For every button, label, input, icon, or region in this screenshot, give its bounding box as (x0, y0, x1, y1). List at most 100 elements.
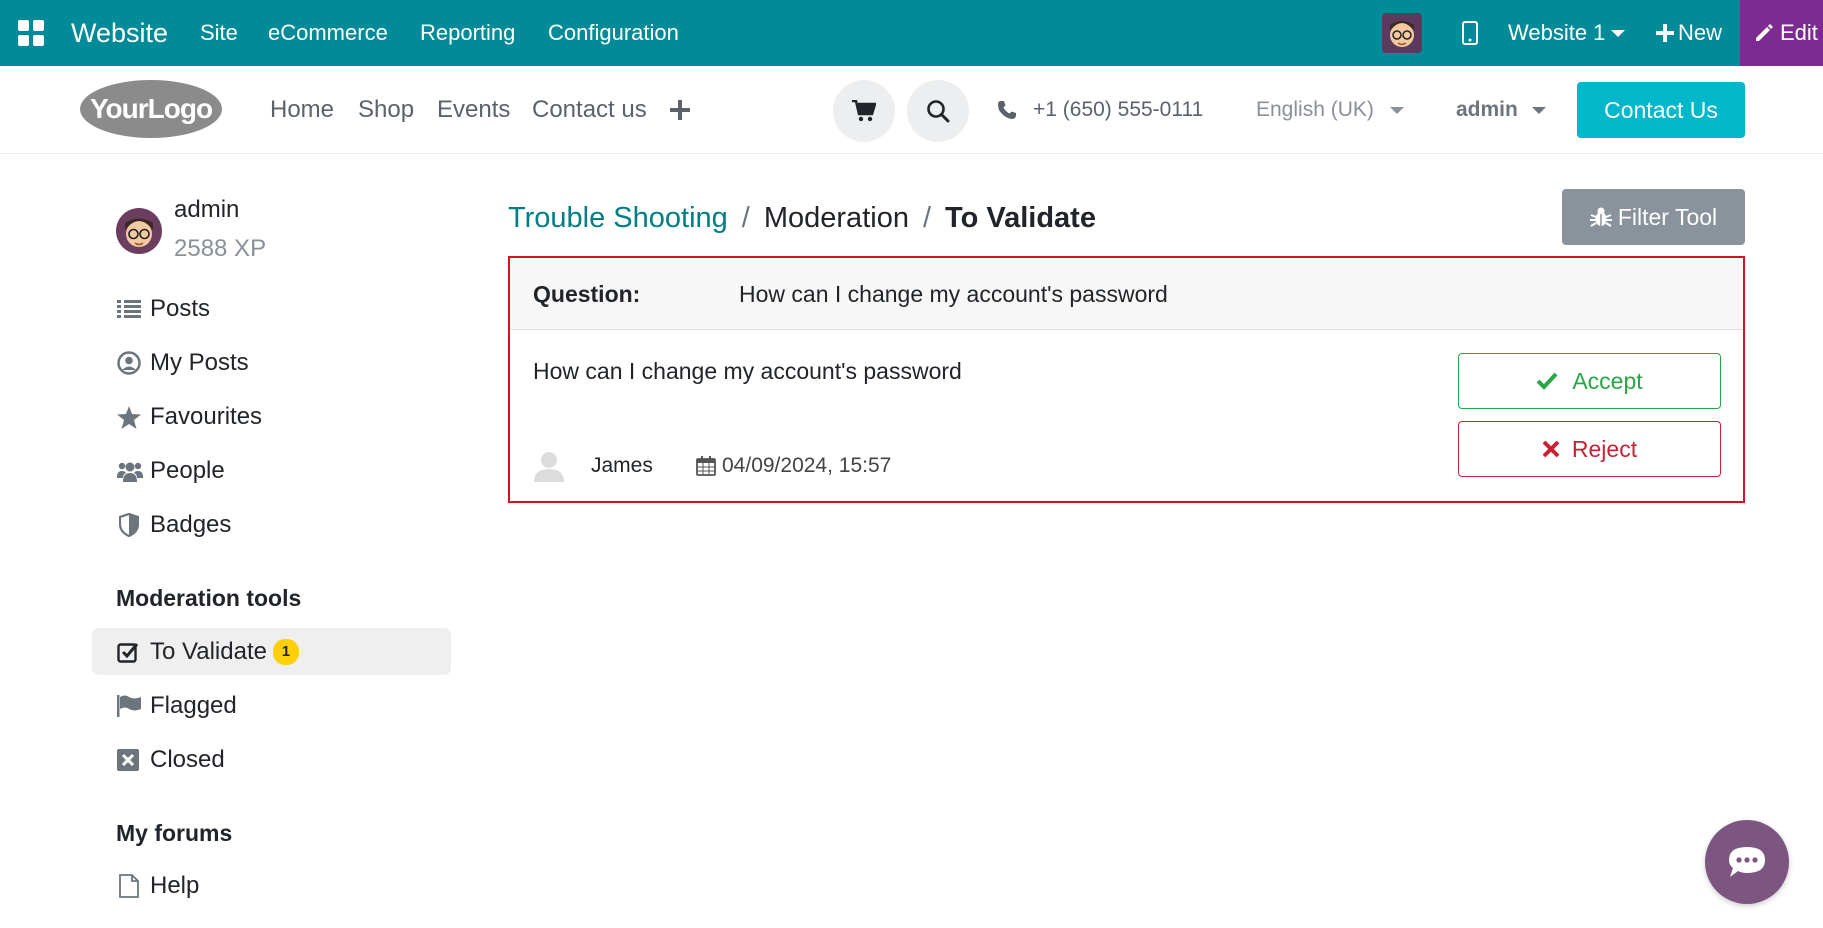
user-avatar[interactable] (1382, 0, 1422, 66)
reject-button-label: Reject (1571, 435, 1638, 462)
new-button-label: New (1678, 20, 1723, 45)
search-icon (927, 100, 950, 123)
website-switcher-label: Website 1 (1508, 20, 1606, 45)
sidebar-item-to-validate[interactable]: To Validate 1 (117, 632, 299, 672)
close-icon (1542, 440, 1560, 458)
list-icon (117, 299, 145, 319)
sidebar-avatar (116, 208, 162, 259)
livechat-button[interactable] (1705, 820, 1789, 904)
sidebar-item-label: Closed (150, 746, 225, 773)
menu-ecommerce[interactable]: eCommerce (268, 0, 388, 66)
nav-contact-us[interactable]: Contact us (532, 66, 647, 154)
edit-button-label: Edit (1780, 20, 1818, 45)
phone-link[interactable]: +1 (650) 555-0111 (997, 66, 1203, 154)
language-label: English (UK) (1256, 98, 1374, 121)
shield-icon (117, 513, 145, 537)
app-name[interactable]: Website (71, 0, 168, 66)
search-button[interactable] (907, 80, 969, 142)
sidebar-item-flagged[interactable]: Flagged (117, 686, 237, 726)
sidebar-item-label: Help (150, 872, 200, 899)
sidebar-item-label: Flagged (150, 692, 237, 719)
card-header: Question: How can I change my account's … (510, 258, 1743, 330)
sidebar-item-closed[interactable]: Closed (117, 740, 225, 780)
check-icon (1536, 372, 1558, 390)
sidebar-item-label: To Validate (150, 638, 267, 665)
breadcrumb: Trouble Shooting / Moderation / To Valid… (508, 198, 1096, 238)
menu-configuration[interactable]: Configuration (548, 0, 679, 66)
calendar-icon (696, 456, 716, 476)
sidebar-item-my-posts[interactable]: My Posts (117, 343, 249, 383)
my-forums-heading: My forums (116, 820, 233, 846)
cart-button[interactable] (833, 80, 895, 142)
star-icon (117, 405, 145, 429)
accept-button-label: Accept (1572, 367, 1643, 394)
chevron-down-icon (1389, 106, 1404, 114)
add-page-icon[interactable] (670, 66, 690, 154)
phone-number: +1 (650) 555-0111 (1033, 98, 1204, 121)
site-logo[interactable]: YourLogo (78, 78, 224, 145)
file-icon (117, 874, 145, 898)
sidebar-item-label: People (150, 457, 225, 484)
bug-icon (1589, 207, 1612, 227)
filter-tool-button[interactable]: Filter Tool (1562, 189, 1745, 245)
to-validate-count-badge: 1 (272, 639, 299, 665)
website-switcher[interactable]: Website 1 (1508, 0, 1626, 66)
contact-us-button[interactable]: Contact Us (1577, 82, 1745, 138)
post-date: 04/09/2024, 15:57 (696, 446, 891, 486)
menu-site[interactable]: Site (200, 0, 238, 66)
sidebar-item-favourites[interactable]: Favourites (117, 397, 262, 437)
sidebar-item-label: My Posts (150, 349, 249, 376)
chevron-down-icon (1531, 106, 1546, 114)
question-label: Question: (533, 280, 641, 307)
flag-icon (117, 695, 145, 717)
sidebar-item-people[interactable]: People (117, 451, 225, 491)
edit-button[interactable]: Edit (1740, 0, 1823, 66)
apps-menu-icon[interactable] (18, 0, 44, 66)
moderation-post-card: Question: How can I change my account's … (508, 256, 1745, 503)
breadcrumb-to-validate: To Validate (945, 201, 1096, 234)
breadcrumb-trouble-shooting[interactable]: Trouble Shooting (508, 202, 728, 235)
post-body: How can I change my account's password (533, 358, 962, 384)
menu-reporting[interactable]: Reporting (420, 0, 515, 66)
user-menu[interactable]: admin (1456, 66, 1546, 154)
plus-icon (1656, 24, 1674, 42)
top-navbar: Website Site eCommerce Reporting Configu… (0, 0, 1823, 66)
sidebar-item-label: Favourites (150, 403, 263, 430)
chat-bubble-icon (1729, 847, 1765, 877)
filter-tool-label: Filter Tool (1617, 203, 1718, 230)
mobile-preview-icon[interactable] (1462, 0, 1478, 66)
new-button[interactable]: New (1656, 0, 1722, 66)
breadcrumb-separator: / (922, 201, 932, 234)
breadcrumb-moderation: Moderation (763, 201, 909, 234)
sidebar-user-name[interactable]: admin (174, 196, 239, 224)
cart-icon (852, 100, 876, 122)
nav-events[interactable]: Events (437, 66, 510, 154)
sidebar-item-help[interactable]: Help (117, 866, 199, 906)
users-icon (117, 460, 145, 482)
breadcrumb-separator: / (741, 201, 750, 234)
sidebar-item-badges[interactable]: Badges (117, 505, 231, 545)
sidebar-user-xp: 2588 XP (174, 235, 267, 262)
author-name[interactable]: James (591, 446, 653, 486)
logo-text: YourLogo (90, 93, 213, 124)
website-header: YourLogo Home Shop Events Contact us +1 … (0, 66, 1823, 154)
phone-icon (998, 101, 1016, 119)
check-square-icon (117, 641, 145, 663)
nav-shop[interactable]: Shop (358, 66, 414, 154)
sidebar-item-label: Badges (150, 511, 232, 538)
accept-button[interactable]: Accept (1458, 353, 1721, 409)
moderation-tools-heading: Moderation tools (116, 585, 302, 611)
post-date-text: 04/09/2024, 15:57 (722, 454, 892, 477)
reject-button[interactable]: Reject (1458, 421, 1721, 477)
user-circle-icon (117, 351, 145, 375)
sidebar-item-label: Posts (150, 295, 211, 322)
question-title[interactable]: How can I change my account's password (739, 258, 1168, 330)
close-square-icon (117, 749, 145, 771)
user-menu-label: admin (1456, 98, 1518, 121)
sidebar-item-posts[interactable]: Posts (117, 289, 210, 329)
nav-home[interactable]: Home (270, 66, 334, 154)
chevron-down-icon (1611, 29, 1626, 37)
pencil-icon (1756, 24, 1773, 41)
author-avatar[interactable] (534, 446, 564, 486)
language-selector[interactable]: English (UK) (1256, 66, 1404, 154)
